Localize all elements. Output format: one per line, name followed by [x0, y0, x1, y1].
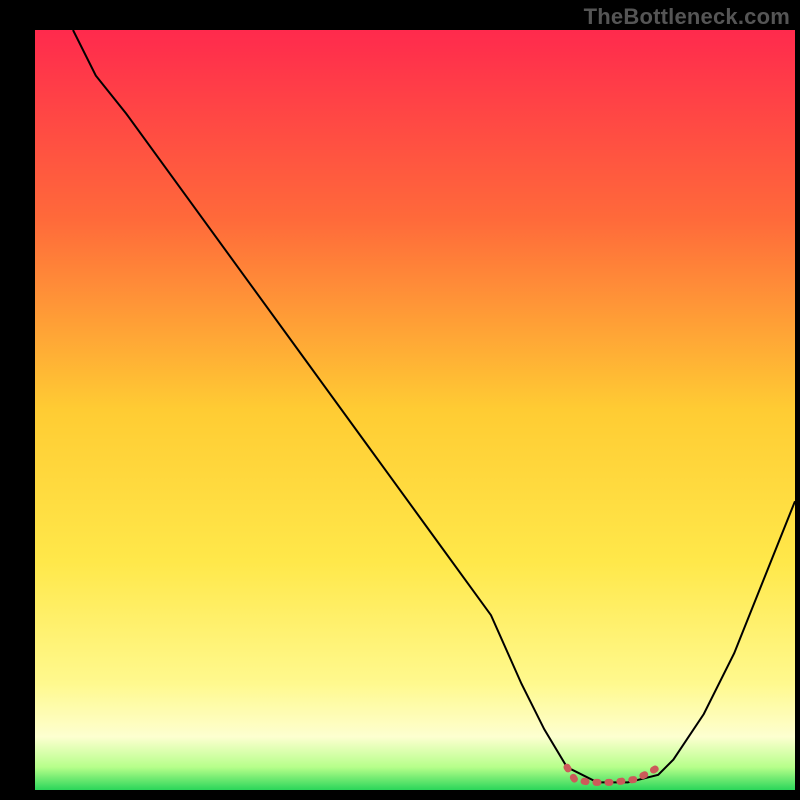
- plot-area: [35, 30, 795, 790]
- bottleneck-chart: [0, 0, 800, 800]
- chart-frame: TheBottleneck.com: [0, 0, 800, 800]
- watermark-text: TheBottleneck.com: [584, 4, 790, 30]
